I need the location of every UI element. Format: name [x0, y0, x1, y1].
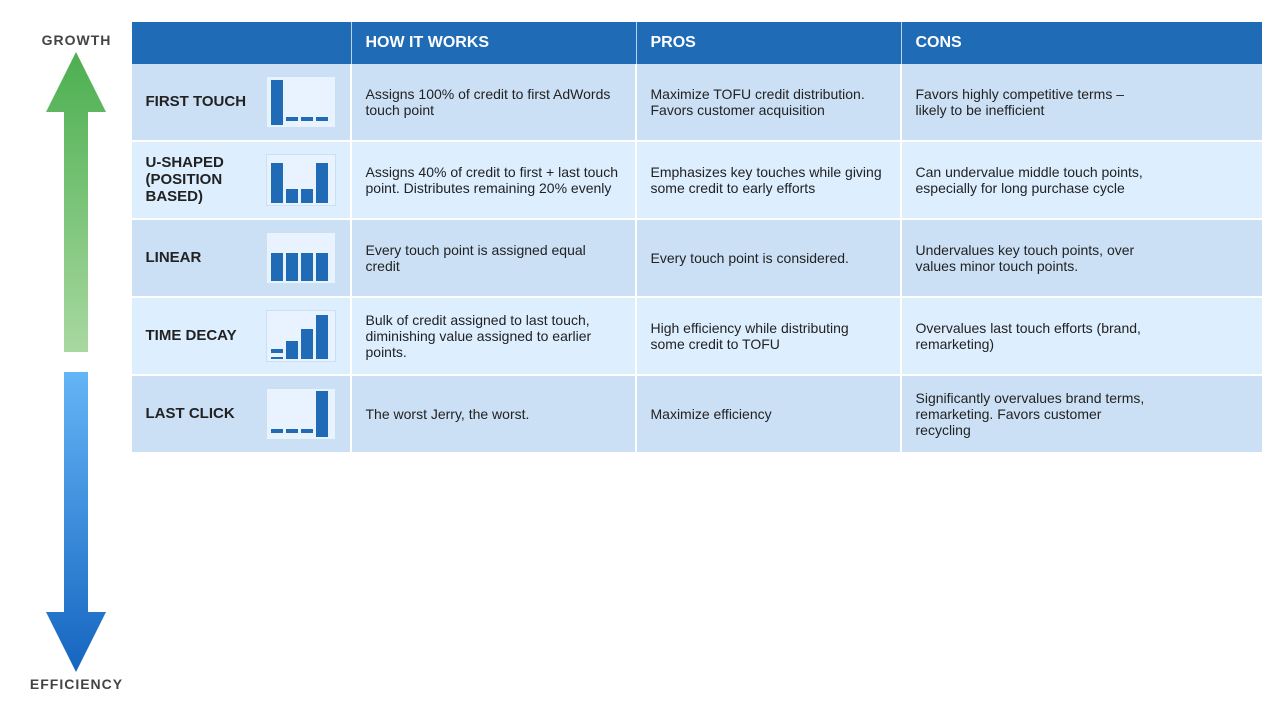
attribution-table: HOW IT WORKS PROS CONS FIRST TOUCH Assign…: [132, 22, 1262, 702]
cell-pros: Emphasizes key touches while giving some…: [637, 142, 902, 218]
cell-how: Assigns 100% of credit to first AdWords …: [352, 64, 637, 140]
bar: [301, 189, 313, 203]
cell-name: FIRST TOUCH: [132, 64, 352, 140]
efficiency-arrow-icon: [46, 372, 106, 672]
bar: [301, 329, 313, 359]
bar: [286, 189, 298, 203]
cell-cons: Can undervalue middle touch points, espe…: [902, 142, 1172, 218]
bar: [271, 163, 283, 203]
bar: [271, 80, 283, 125]
bar-chart: [266, 154, 336, 206]
bar-chart: [266, 388, 336, 440]
table-row: FIRST TOUCH Assigns 100% of credit to fir…: [132, 64, 1262, 142]
th-how: HOW IT WORKS: [352, 22, 637, 64]
bar: [286, 253, 298, 281]
bar: [316, 163, 328, 203]
bar-chart: [266, 232, 336, 284]
cell-how: Assigns 40% of credit to first + last to…: [352, 142, 637, 218]
table-row: U-SHAPED (POSITION BASED) Assigns 40% of …: [132, 142, 1262, 220]
cell-cons: Favors highly competitive terms – likely…: [902, 64, 1172, 140]
model-name: TIME DECAY: [146, 327, 256, 344]
bar: [286, 117, 298, 125]
cell-name: LINEAR: [132, 220, 352, 296]
cell-pros: High efficiency while distributing some …: [637, 298, 902, 374]
table-row: TIME DECAY Bulk of credit assigned to las…: [132, 298, 1262, 376]
bar-chart: [266, 310, 336, 362]
table-row: LAST CLICK The worst Jerry, the worst.Max…: [132, 376, 1262, 454]
cell-pros: Every touch point is considered.: [637, 220, 902, 296]
bar: [301, 117, 313, 125]
table-body: FIRST TOUCH Assigns 100% of credit to fir…: [132, 64, 1262, 702]
bar: [316, 117, 328, 125]
bar: [301, 253, 313, 281]
th-model: [132, 22, 352, 64]
bar: [271, 349, 283, 359]
cell-cons: Significantly overvalues brand terms, re…: [902, 376, 1172, 452]
bar: [301, 429, 313, 437]
bar: [286, 341, 298, 359]
cell-name: U-SHAPED (POSITION BASED): [132, 142, 352, 218]
growth-arrow: GROWTH: [42, 32, 112, 352]
bar: [316, 391, 328, 437]
table-row: LINEAR Every touch point is assigned equa…: [132, 220, 1262, 298]
bar: [316, 315, 328, 359]
bar: [271, 429, 283, 437]
th-pros: PROS: [637, 22, 902, 64]
efficiency-label: EFFICIENCY: [30, 676, 123, 692]
bar: [271, 253, 283, 281]
model-name: LAST CLICK: [146, 405, 256, 422]
bar: [286, 429, 298, 437]
model-name: U-SHAPED (POSITION BASED): [146, 154, 256, 205]
growth-label: GROWTH: [42, 32, 112, 48]
cell-cons: Undervalues key touch points, over value…: [902, 220, 1172, 296]
growth-arrow-icon: [46, 52, 106, 352]
cell-name: LAST CLICK: [132, 376, 352, 452]
cell-pros: Maximize efficiency: [637, 376, 902, 452]
cell-pros: Maximize TOFU credit distribution. Favor…: [637, 64, 902, 140]
model-name: LINEAR: [146, 249, 256, 266]
cell-cons: Overvalues last touch efforts (brand, re…: [902, 298, 1172, 374]
cell-name: TIME DECAY: [132, 298, 352, 374]
bar: [316, 253, 328, 281]
cell-how: Every touch point is assigned equal cred…: [352, 220, 637, 296]
efficiency-arrow: EFFICIENCY: [30, 372, 123, 692]
arrow-column: GROWTH: [22, 22, 132, 702]
model-name: FIRST TOUCH: [146, 93, 256, 110]
bar-chart: [266, 76, 336, 128]
table-header: HOW IT WORKS PROS CONS: [132, 22, 1262, 64]
cell-how: The worst Jerry, the worst.: [352, 376, 637, 452]
th-cons: CONS: [902, 22, 1172, 64]
cell-how: Bulk of credit assigned to last touch, d…: [352, 298, 637, 374]
